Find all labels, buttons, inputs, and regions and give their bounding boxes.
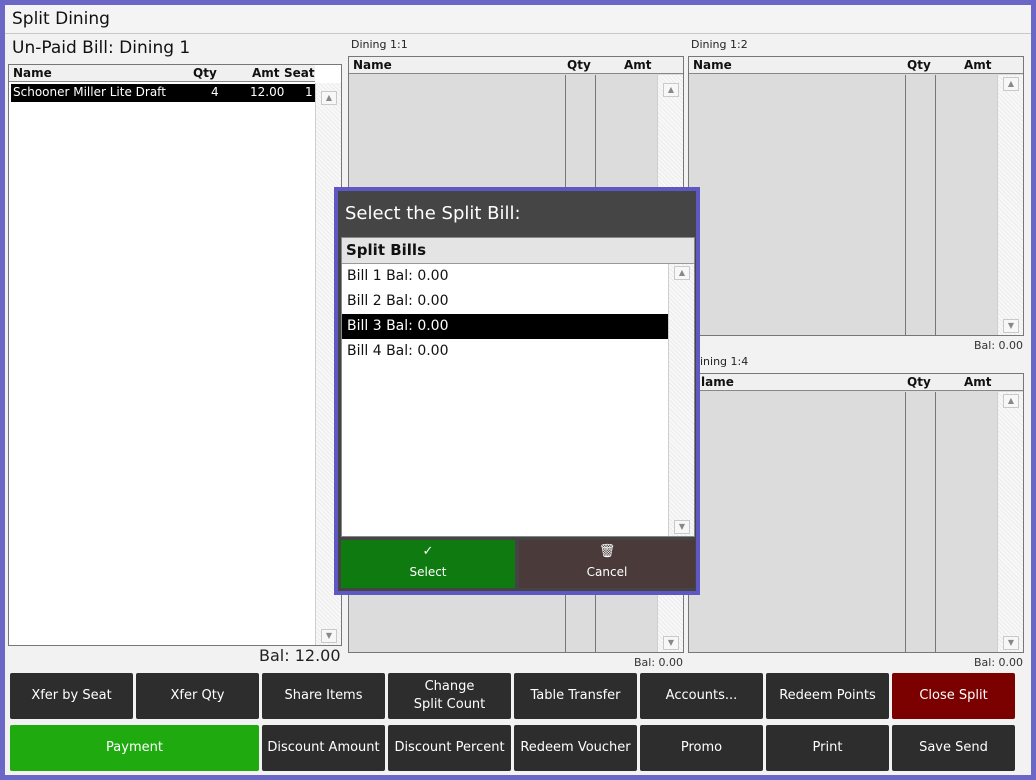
split-2-label: Dining 1:2	[691, 38, 748, 51]
xfer-qty-button[interactable]: Xfer Qty	[136, 673, 259, 719]
select-button[interactable]: ✓ Select	[341, 540, 515, 588]
split-4-balance: Bal: 0.00	[974, 656, 1024, 669]
list-item[interactable]: Bill 2 Bal: 0.00	[342, 289, 669, 314]
scroll-up-icon[interactable]: ▲	[663, 83, 679, 97]
close-split-button[interactable]: Close Split	[892, 673, 1015, 719]
grid-header: lame Qty Amt	[689, 374, 1023, 391]
scrollbar[interactable]: ▲ ▼	[668, 264, 694, 536]
change-split-count-button[interactable]: Change Split Count	[388, 673, 511, 719]
col-amt: Amt	[964, 375, 992, 389]
grid-header: Name Qty Amt	[689, 57, 1023, 74]
scroll-up-icon[interactable]: ▲	[674, 266, 690, 280]
cancel-label: Cancel	[586, 565, 628, 579]
save-send-button[interactable]: Save Send	[892, 725, 1015, 771]
split-bills-list[interactable]: Split Bills Bill 1 Bal: 0.00 Bill 2 Bal:…	[341, 237, 695, 537]
split-4-label: ining 1:4	[700, 355, 749, 368]
table-transfer-button[interactable]: Table Transfer	[514, 673, 637, 719]
discount-amount-button[interactable]: Discount Amount	[262, 725, 385, 771]
unpaid-bill-heading: Un-Paid Bill: Dining 1	[12, 38, 191, 58]
col-qty: Qty	[193, 66, 217, 80]
scroll-up-icon[interactable]: ▲	[1003, 77, 1019, 91]
dialog-title: Select the Split Bill:	[338, 191, 696, 237]
payment-button[interactable]: Payment	[10, 725, 259, 771]
split-2-balance: Bal: 0.00	[974, 339, 1024, 352]
scrollbar[interactable]: ▲ ▼	[997, 75, 1023, 335]
divider	[905, 75, 906, 335]
select-split-bill-dialog: Select the Split Bill: Split Bills Bill …	[334, 187, 700, 595]
scroll-up-icon[interactable]: ▲	[1003, 394, 1019, 408]
grid-header: Name Qty Amt Seat	[9, 65, 315, 82]
col-qty: Qty	[907, 375, 931, 389]
col-amt: Amt	[624, 58, 652, 72]
col-name: Name	[353, 58, 392, 72]
split-2-grid[interactable]: Name Qty Amt ▲ ▼	[688, 56, 1024, 336]
redeem-voucher-button[interactable]: Redeem Voucher	[514, 725, 637, 771]
item-name: Schooner Miller Lite Draft	[13, 85, 166, 99]
col-amt: Amt	[964, 58, 992, 72]
scroll-down-icon[interactable]: ▼	[674, 520, 690, 534]
scroll-down-icon[interactable]: ▼	[1003, 319, 1019, 333]
list-item-selected[interactable]: Bill 3 Bal: 0.00	[342, 314, 669, 339]
select-label: Select	[409, 565, 447, 579]
scrollbar[interactable]: ▲ ▼	[997, 392, 1023, 652]
scroll-up-icon[interactable]: ▲	[321, 91, 337, 105]
scroll-down-icon[interactable]: ▼	[1003, 636, 1019, 650]
dialog-body: Select the Split Bill: Split Bills Bill …	[338, 191, 696, 591]
window-title: Split Dining	[5, 5, 1031, 34]
checkmark-icon: ✓	[422, 544, 434, 559]
trash-icon: 🗑	[598, 544, 616, 559]
list-header: Split Bills	[342, 238, 694, 264]
xfer-by-seat-button[interactable]: Xfer by Seat	[10, 673, 133, 719]
discount-percent-button[interactable]: Discount Percent	[388, 725, 511, 771]
col-name: Name	[693, 58, 732, 72]
col-qty: Qty	[567, 58, 591, 72]
table-row[interactable]: Schooner Miller Lite Draft 4 12.00 1	[11, 84, 316, 102]
button-bar: Xfer by Seat Xfer Qty Share Items Change…	[5, 670, 1031, 775]
unpaid-balance: Bal: 12.00	[259, 646, 341, 665]
item-amt: 12.00	[250, 85, 285, 99]
scroll-down-icon[interactable]: ▼	[663, 636, 679, 650]
col-amt: Amt	[252, 66, 280, 80]
split-1-balance: Bal: 0.00	[634, 656, 684, 669]
share-items-button[interactable]: Share Items	[262, 673, 385, 719]
col-name: Name	[13, 66, 52, 80]
print-button[interactable]: Print	[766, 725, 889, 771]
item-qty: 4	[211, 85, 219, 99]
list-item[interactable]: Bill 1 Bal: 0.00	[342, 264, 669, 289]
scroll-down-icon[interactable]: ▼	[321, 629, 337, 643]
divider	[935, 75, 936, 335]
unpaid-items-grid[interactable]: Name Qty Amt Seat Schooner Miller Lite D…	[8, 64, 342, 646]
redeem-points-button[interactable]: Redeem Points	[766, 673, 889, 719]
col-seat: Seat	[284, 66, 315, 80]
split-4-grid[interactable]: lame Qty Amt ▲ ▼	[688, 373, 1024, 653]
grid-header: Name Qty Amt	[349, 57, 683, 74]
split-1-label: Dining 1:1	[351, 38, 408, 51]
accounts-button[interactable]: Accounts...	[640, 673, 763, 719]
divider	[905, 392, 906, 652]
item-seat: 1	[305, 85, 313, 99]
list-item[interactable]: Bill 4 Bal: 0.00	[342, 339, 669, 364]
cancel-button[interactable]: 🗑 Cancel	[519, 540, 695, 588]
promo-button[interactable]: Promo	[640, 725, 763, 771]
col-qty: Qty	[907, 58, 931, 72]
divider	[935, 392, 936, 652]
col-name: lame	[701, 375, 734, 389]
